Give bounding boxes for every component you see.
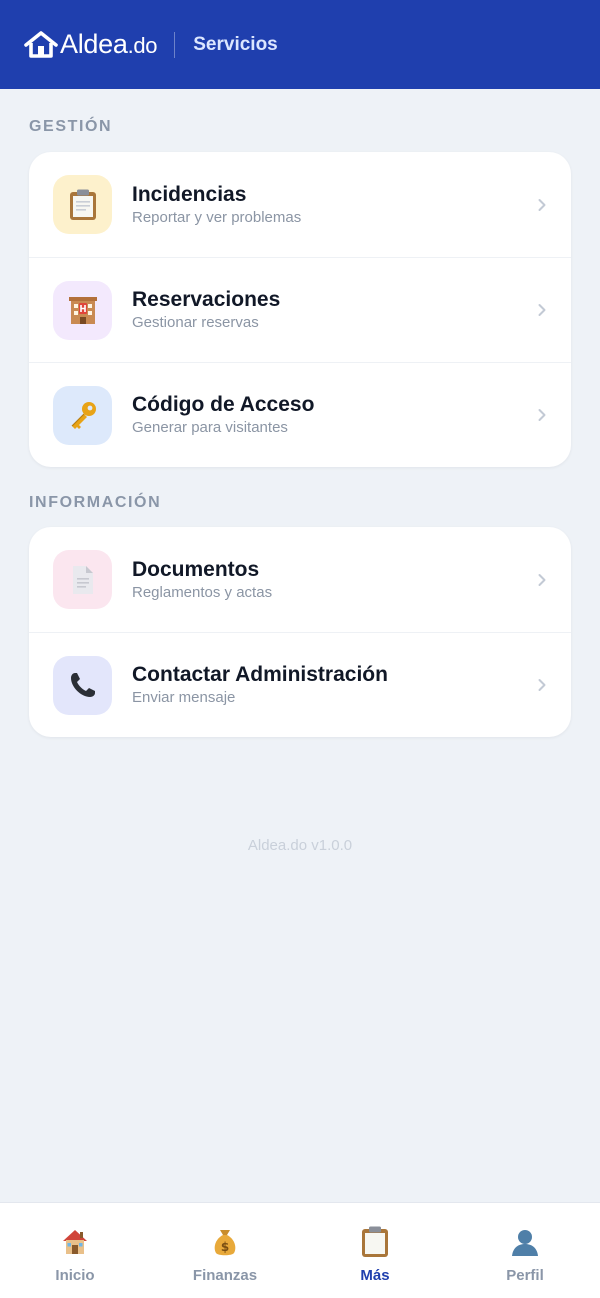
house-logo-icon <box>24 30 58 58</box>
brand-name-suffix: .do <box>127 33 158 58</box>
card-gestion: Incidencias Reportar y ver problemas Res… <box>29 152 571 467</box>
money-bag-icon: $ <box>208 1225 242 1259</box>
item-subtitle: Reportar y ver problemas <box>132 208 302 226</box>
menu-item-codigo-acceso[interactable]: Código de Acceso Generar para visitantes <box>29 362 571 467</box>
nav-item-perfil[interactable]: Perfil <box>450 1203 600 1298</box>
app-header: Aldea.do Servicios <box>0 0 600 89</box>
menu-item-contactar-administracion[interactable]: Contactar Administración Enviar mensaje <box>29 632 571 737</box>
item-subtitle: Reglamentos y actas <box>132 583 273 601</box>
key-icon <box>53 385 112 445</box>
chevron-right-icon <box>538 573 546 586</box>
item-title: Incidencias <box>132 182 247 206</box>
item-subtitle: Gestionar reservas <box>132 314 259 331</box>
menu-item-reservaciones[interactable]: Reservaciones Gestionar reservas <box>29 257 571 362</box>
item-title: Documentos <box>132 557 260 581</box>
document-icon <box>53 550 112 609</box>
phone-icon <box>53 655 112 715</box>
header-divider <box>174 31 176 58</box>
clipboard-icon <box>53 175 112 234</box>
nav-label: Finanzas <box>192 1267 258 1284</box>
card-informacion: Documentos Reglamentos y actas Contactar… <box>29 527 571 737</box>
hotel-icon <box>53 280 112 340</box>
item-title: Contactar Administración <box>132 663 388 686</box>
item-subtitle: Enviar mensaje <box>132 689 236 706</box>
brand-name: Aldea.do <box>60 29 158 59</box>
page-title: Servicios <box>193 33 278 55</box>
nav-item-mas[interactable]: Más <box>300 1203 450 1298</box>
brand-name-main: Aldea <box>60 29 128 59</box>
chevron-right-icon <box>538 304 546 316</box>
bottom-nav: Inicio $ Finanzas Más Perfil <box>0 1202 600 1298</box>
menu-item-incidencias[interactable]: Incidencias Reportar y ver problemas <box>29 152 571 257</box>
app-root: Aldea.do Servicios GESTIÓN Incidencias R… <box>0 0 600 1298</box>
section-label-informacion: INFORMACIÓN <box>29 494 162 511</box>
nav-item-finanzas[interactable]: $ Finanzas <box>150 1203 300 1298</box>
app-version: Aldea.do v1.0.0 <box>247 837 353 854</box>
house-icon <box>58 1225 92 1259</box>
clipboard-icon <box>358 1225 392 1259</box>
item-title: Reservaciones <box>132 288 281 311</box>
brand-logo[interactable]: Aldea.do <box>24 29 158 59</box>
menu-item-documentos[interactable]: Documentos Reglamentos y actas <box>29 527 571 632</box>
chevron-right-icon <box>538 409 546 421</box>
item-subtitle: Generar para visitantes <box>132 419 288 436</box>
nav-item-inicio[interactable]: Inicio <box>0 1203 150 1298</box>
nav-label: Más <box>360 1267 390 1284</box>
section-label-gestion: GESTIÓN <box>29 118 113 135</box>
item-title: Código de Acceso <box>132 393 315 416</box>
nav-label: Perfil <box>506 1267 544 1284</box>
svg-text:$: $ <box>221 1240 229 1254</box>
nav-label: Inicio <box>55 1267 95 1284</box>
chevron-right-icon <box>538 198 546 211</box>
chevron-right-icon <box>538 679 546 691</box>
user-icon <box>508 1225 542 1259</box>
